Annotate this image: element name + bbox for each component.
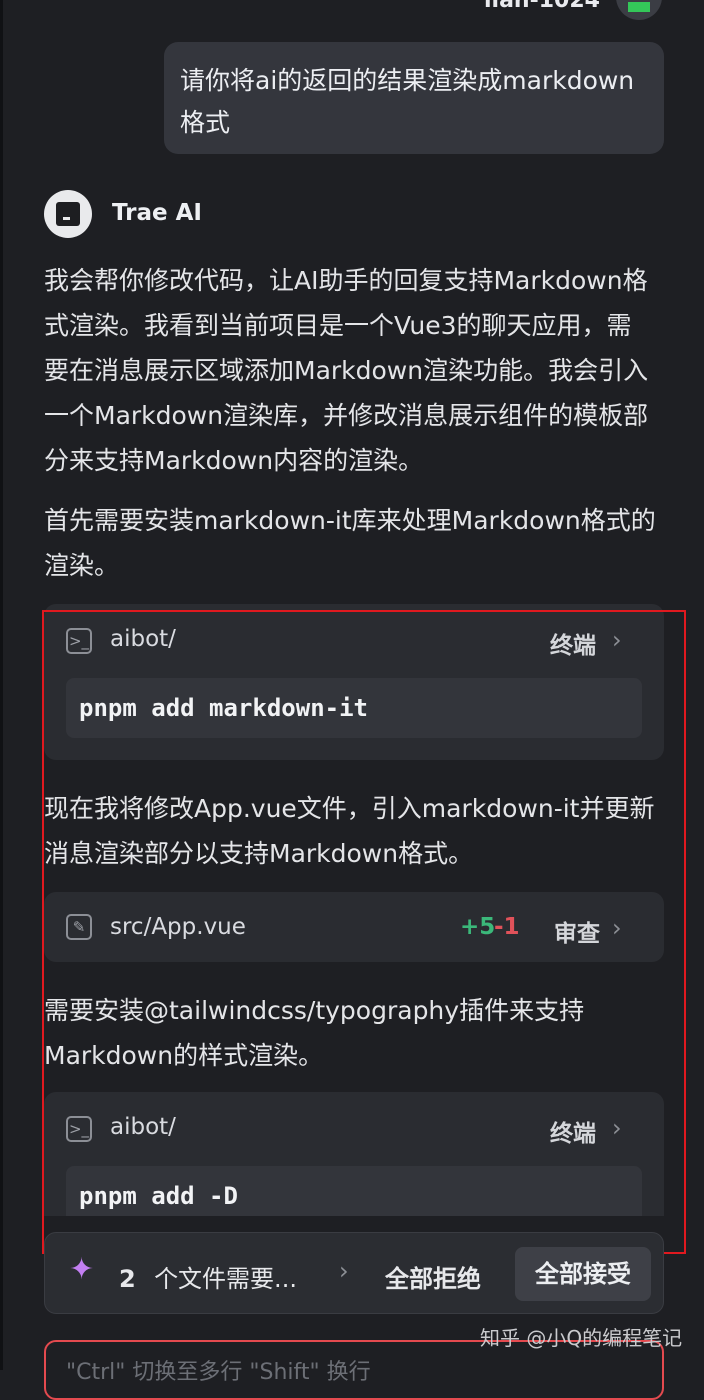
- terminal-icon: >_: [66, 628, 92, 654]
- paragraph-line: Markdown的样式渲染。: [44, 1041, 324, 1070]
- user-message-line: 格式: [180, 108, 231, 137]
- review-button[interactable]: 审查: [554, 914, 600, 948]
- user-avatar: [616, 0, 662, 20]
- user-name: lian-1024: [484, 0, 600, 13]
- paragraph-line: 现在我将修改App.vue文件，引入markdown-it并更新: [44, 794, 655, 823]
- paragraph-line: 渲染。: [44, 551, 120, 580]
- terminal-card[interactable]: >_ aibot/ 终端 › pnpm add -D: [44, 1092, 664, 1216]
- paragraph-line: 消息渲染部分以支持Markdown格式。: [44, 839, 474, 868]
- terminal-icon: >_: [66, 1116, 92, 1142]
- ai-paragraph: 需要安装@tailwindcss/typography插件来支持 Markdow…: [44, 988, 669, 1078]
- terminal-card[interactable]: >_ aibot/ 终端 › pnpm add markdown-it: [44, 604, 664, 760]
- file-path: src/App.vue: [110, 914, 246, 940]
- window-edge: [0, 0, 3, 1370]
- edit-file-icon: ✎: [66, 914, 92, 940]
- paragraph-line: 要在消息展示区域添加Markdown渲染功能。我会引入: [44, 356, 649, 385]
- accept-all-button[interactable]: 全部接受: [515, 1247, 651, 1301]
- paragraph-line: 我会帮你修改代码，让AI助手的回复支持Markdown格: [44, 266, 648, 295]
- user-message-line: 请你将ai的返回的结果渲染成markdown: [180, 66, 635, 95]
- pending-count: 2: [119, 1265, 136, 1293]
- ai-avatar: [44, 190, 92, 238]
- reject-all-button[interactable]: 全部拒绝: [385, 1259, 481, 1294]
- pending-label: 个文件需要...: [154, 1265, 297, 1293]
- paragraph-line: 需要安装@tailwindcss/typography插件来支持: [44, 996, 585, 1025]
- pending-changes-bar: ✦ 2 个文件需要... › 全部拒绝 全部接受: [44, 1232, 664, 1314]
- file-change-card[interactable]: ✎ src/App.vue +5 -1 审查 ›: [44, 892, 664, 962]
- user-message-bubble: 请你将ai的返回的结果渲染成markdown 格式: [164, 42, 664, 154]
- terminal-path: aibot/: [110, 626, 176, 652]
- terminal-command: pnpm add markdown-it: [66, 678, 642, 738]
- watermark: 知乎 @小Q的编程笔记: [480, 1326, 683, 1350]
- lines-added: +5: [460, 914, 496, 940]
- lines-removed: -1: [494, 914, 520, 940]
- paragraph-line: 式渲染。我看到当前项目是一个Vue3的聊天应用，需: [44, 311, 632, 340]
- ai-name: Trae AI: [112, 200, 202, 226]
- terminal-path: aibot/: [110, 1114, 176, 1140]
- pending-files-toggle[interactable]: 2 个文件需要...: [119, 1259, 297, 1294]
- ai-paragraph: 现在我将修改App.vue文件，引入markdown-it并更新 消息渲染部分以…: [44, 786, 669, 876]
- paragraph-line: 一个Markdown渲染库，并修改消息展示组件的模板部: [44, 401, 649, 430]
- sparkle-icon: ✦: [69, 1252, 95, 1287]
- chevron-right-icon: ›: [612, 626, 622, 654]
- chevron-right-icon: ›: [612, 1114, 622, 1142]
- chevron-right-icon: ›: [339, 1257, 349, 1285]
- chat-input-placeholder: "Ctrl" 切换至多行 "Shift" 换行: [66, 1360, 371, 1385]
- open-terminal-button[interactable]: 终端: [550, 626, 596, 660]
- ai-paragraph: 我会帮你修改代码，让AI助手的回复支持Markdown格 式渲染。我看到当前项目…: [44, 258, 669, 483]
- paragraph-line: 首先需要安装markdown-it库来处理Markdown格式的: [44, 506, 656, 535]
- terminal-command: pnpm add -D: [66, 1166, 642, 1216]
- chevron-right-icon: ›: [612, 914, 622, 942]
- paragraph-line: 分来支持Markdown内容的渲染。: [44, 446, 424, 475]
- open-terminal-button[interactable]: 终端: [550, 1114, 596, 1148]
- ai-paragraph: 首先需要安装markdown-it库来处理Markdown格式的 渲染。: [44, 498, 669, 588]
